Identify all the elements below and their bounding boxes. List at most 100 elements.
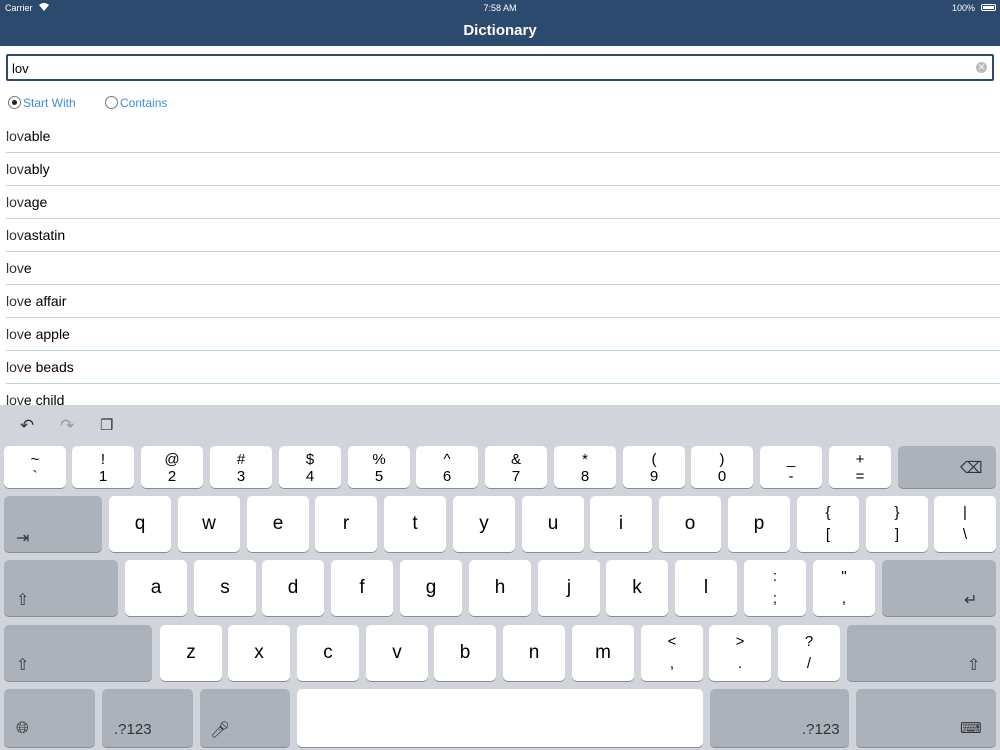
key-i[interactable]: i — [590, 496, 652, 552]
backspace-key[interactable]: ⌫ — [898, 446, 996, 488]
page-title: Dictionary — [463, 22, 537, 39]
key-w[interactable]: w — [178, 496, 240, 552]
list-item[interactable]: lovage — [6, 186, 1000, 219]
list-item[interactable]: love child — [6, 384, 1000, 406]
tab-key[interactable]: ⇥ — [4, 496, 102, 552]
key-8[interactable]: * 8 — [554, 446, 616, 488]
key-comma[interactable]: <, — [641, 625, 703, 681]
clear-icon[interactable]: ✕ — [976, 62, 987, 73]
key-a[interactable]: a — [125, 560, 187, 616]
key-k[interactable]: k — [606, 560, 668, 616]
list-item[interactable]: love — [6, 252, 1000, 285]
mode-key-right[interactable]: .?123 — [710, 689, 849, 747]
key-v[interactable]: v — [366, 625, 428, 681]
results-list: lovable lovably lovage lovastatin love l… — [0, 120, 1000, 406]
key-3[interactable]: #3 — [210, 446, 272, 488]
key-p[interactable]: p — [728, 496, 790, 552]
key-quote[interactable]: ", — [813, 560, 875, 616]
key-f[interactable]: f — [331, 560, 393, 616]
key-brace-left[interactable]: {[ — [797, 496, 859, 552]
key-s[interactable]: s — [194, 560, 256, 616]
key-slash[interactable]: ? / — [778, 625, 840, 681]
mode-key-left[interactable]: .?123 — [102, 689, 193, 747]
paste-icon[interactable]: ❐ — [100, 416, 113, 434]
key-0[interactable]: ) 0 — [691, 446, 753, 488]
key-m[interactable]: m — [572, 625, 634, 681]
list-item[interactable]: lovastatin — [6, 219, 1000, 252]
key-n[interactable]: n — [503, 625, 565, 681]
key-9[interactable]: (9 — [623, 446, 685, 488]
word: lovably — [6, 161, 50, 177]
key-5[interactable]: % 5 — [348, 446, 410, 488]
shift-right-key[interactable]: ⇧ — [847, 625, 996, 681]
key-brace-right[interactable]: }] — [866, 496, 928, 552]
key-j[interactable]: j — [538, 560, 600, 616]
hide-keyboard-key[interactable]: ⌨︎ — [856, 689, 996, 747]
radio-contains[interactable]: Contains — [105, 95, 167, 110]
key-h[interactable]: h — [469, 560, 531, 616]
search-box[interactable]: ✕ — [6, 54, 994, 81]
radio-label: Contains — [120, 95, 168, 110]
key-4[interactable]: $4 — [279, 446, 341, 488]
word: love child — [6, 392, 65, 406]
key-q[interactable]: q — [109, 496, 171, 552]
key-2[interactable]: @2 — [141, 446, 203, 488]
key-equals[interactable]: + = — [829, 446, 891, 488]
return-key[interactable]: ↵ — [882, 560, 996, 616]
status-bar: Carrier 7:58 AM 100% — [0, 0, 1000, 16]
key-6[interactable]: ^ 6 — [416, 446, 478, 488]
microphone-icon: 🎤︎ — [210, 722, 231, 739]
key-o[interactable]: o — [659, 496, 721, 552]
shift-icon: ⇧ — [967, 657, 981, 674]
radio-selected-icon — [8, 96, 21, 110]
radio-start-with[interactable]: Start With — [8, 95, 76, 110]
key-tilde[interactable]: ~ ` — [4, 446, 66, 488]
shift-left-key[interactable]: ⇧ — [4, 560, 118, 616]
keyboard: ↶ ↷ ❐ ~ ` ! 1 @2 #3 $4 % 5 ^ 6 & 7 * 8 (9 ) 0 _… — [0, 405, 1000, 750]
key-7[interactable]: & 7 — [485, 446, 547, 488]
word: lovage — [6, 194, 48, 210]
key-x[interactable]: x — [228, 625, 290, 681]
key-l[interactable]: l — [675, 560, 737, 616]
search-input[interactable] — [12, 58, 972, 78]
list-item[interactable]: love beads — [6, 351, 1000, 384]
key-u[interactable]: u — [522, 496, 584, 552]
battery-percent: 100% — [951, 3, 975, 13]
key-period[interactable]: >. — [709, 625, 771, 681]
list-item[interactable]: love affair — [6, 285, 1000, 318]
key-backslash[interactable]: | \ — [934, 496, 996, 552]
word: love apple — [6, 326, 70, 342]
key-d[interactable]: d — [262, 560, 324, 616]
radio-label: Start With — [23, 95, 76, 110]
word: love — [6, 260, 32, 276]
shortcut-bar: ↶ ↷ ❐ — [0, 405, 1000, 445]
key-semicolon[interactable]: :; — [744, 560, 806, 616]
tab-icon: ⇥ — [16, 530, 30, 547]
key-minus[interactable]: _ - — [760, 446, 822, 488]
list-item[interactable]: lovably — [6, 153, 1000, 186]
globe-key[interactable]: 🌐︎ — [4, 689, 95, 747]
key-g[interactable]: g — [400, 560, 462, 616]
dictation-key[interactable]: 🎤︎ — [200, 689, 290, 747]
list-item[interactable]: love apple — [6, 318, 1000, 351]
list-item[interactable]: lovable — [6, 120, 1000, 153]
shift-left-key-2[interactable]: ⇧ — [4, 625, 152, 681]
shift-icon: ⇧ — [16, 592, 30, 609]
globe-icon: 🌐︎ — [16, 720, 29, 737]
radio-unselected-icon — [105, 96, 118, 110]
word: love beads — [6, 359, 74, 375]
key-r[interactable]: r — [315, 496, 377, 552]
key-y[interactable]: y — [453, 496, 515, 552]
key-b[interactable]: b — [434, 625, 496, 681]
key-t[interactable]: t — [384, 496, 446, 552]
space-key[interactable] — [297, 689, 703, 747]
undo-icon[interactable]: ↶ — [20, 416, 34, 436]
status-time: 7:58 AM — [483, 3, 517, 13]
return-icon: ↵ — [964, 592, 978, 609]
key-c[interactable]: c — [297, 625, 359, 681]
word: love affair — [6, 293, 67, 309]
key-1[interactable]: ! 1 — [72, 446, 134, 488]
redo-icon[interactable]: ↷ — [60, 416, 74, 436]
key-z[interactable]: z — [160, 625, 222, 681]
key-e[interactable]: e — [247, 496, 309, 552]
